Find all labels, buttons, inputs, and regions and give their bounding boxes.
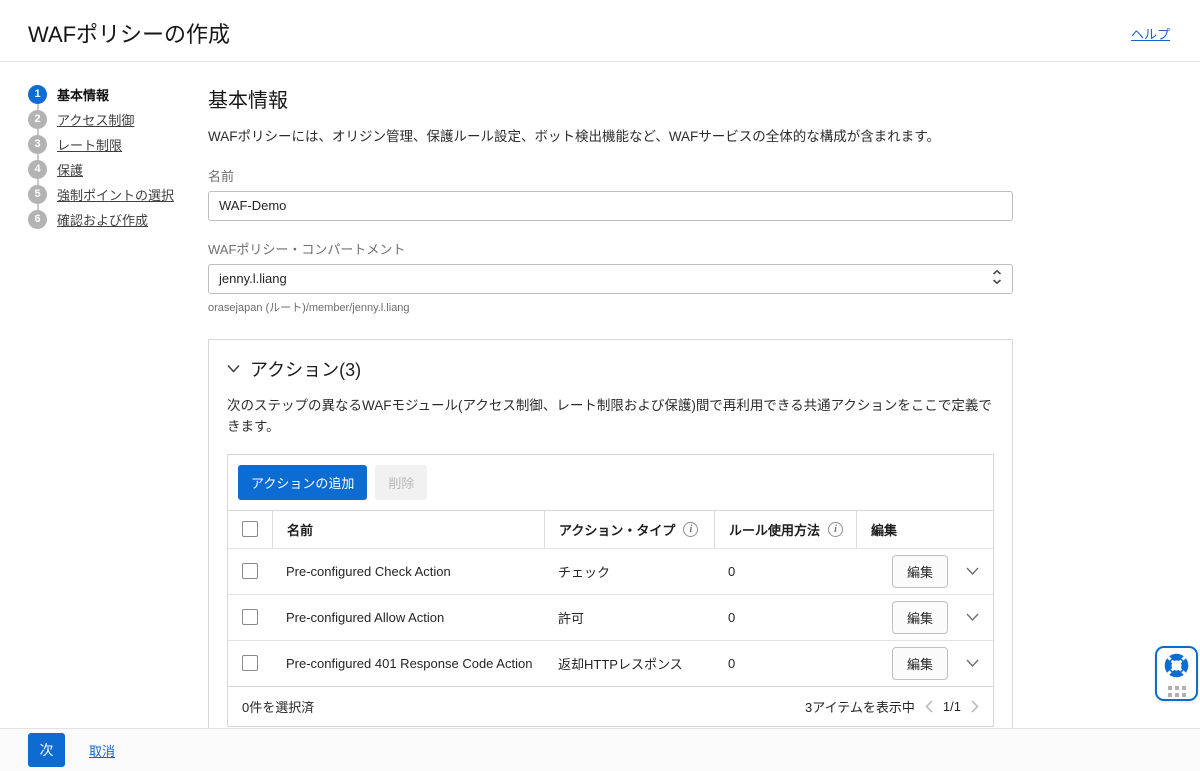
name-input[interactable] (208, 191, 1013, 221)
selected-count: 0件を選択済 (242, 697, 314, 716)
edit-button[interactable]: 編集 (892, 647, 948, 680)
actions-table: アクションの追加 削除 名前 アクション・タイプ i ルール使 (227, 454, 994, 727)
step-number-badge: 1 (28, 85, 47, 104)
row-name: Pre-configured Check Action (272, 564, 544, 579)
step-number-badge: 3 (28, 135, 47, 154)
step-label: レート制限 (57, 135, 122, 154)
header-rule-usage: ルール使用方法 i (714, 511, 856, 548)
cancel-link[interactable]: 取消 (89, 741, 115, 760)
compartment-selected-value: jenny.l.liang (219, 271, 287, 286)
row-expand-chevron-icon[interactable] (966, 613, 979, 621)
step-label: 確認および作成 (57, 210, 148, 229)
compartment-label: WAFポリシー・コンパートメント (208, 239, 1013, 258)
row-action-type: 返却HTTPレスポンス (544, 654, 714, 673)
chevron-down-icon (227, 361, 240, 376)
info-icon[interactable]: i (683, 522, 698, 537)
edit-button[interactable]: 編集 (892, 555, 948, 588)
actions-toolbar: アクションの追加 削除 (228, 455, 993, 510)
step-enforcement-point[interactable]: 5 強制ポイントの選択 (28, 184, 208, 204)
row-action-type: 許可 (544, 608, 714, 627)
delete-action-button: 削除 (375, 465, 427, 500)
compartment-select[interactable]: jenny.l.liang (208, 264, 1013, 294)
actions-section-toggle[interactable]: アクション(3) (227, 356, 994, 382)
row-rule-usage: 0 (714, 564, 856, 579)
wizard-layout: 1 基本情報 2 アクセス制御 3 レート制限 4 保護 5 強制ポイントの選択… (0, 62, 1200, 771)
header-action-type: アクション・タイプ i (544, 511, 714, 548)
row-checkbox[interactable] (242, 563, 258, 579)
row-expand-chevron-icon[interactable] (966, 659, 979, 667)
name-label: 名前 (208, 166, 1013, 185)
actions-card: アクション(3) 次のステップの異なるWAFモジュール(アクセス制御、レート制限… (208, 339, 1013, 748)
add-action-button[interactable]: アクションの追加 (238, 465, 367, 500)
help-link[interactable]: ヘルプ (1131, 24, 1170, 43)
actions-section-title: アクション(3) (250, 356, 361, 382)
step-number-badge: 4 (28, 160, 47, 179)
row-expand-chevron-icon[interactable] (966, 567, 979, 575)
edit-button[interactable]: 編集 (892, 601, 948, 634)
row-action-type: チェック (544, 562, 714, 581)
table-footer: 0件を選択済 3アイテムを表示中 1/1 (228, 686, 993, 726)
step-label: アクセス制御 (57, 110, 134, 129)
step-basic-info[interactable]: 1 基本情報 (28, 84, 208, 104)
row-rule-usage: 0 (714, 656, 856, 671)
step-protection[interactable]: 4 保護 (28, 159, 208, 179)
row-rule-usage: 0 (714, 610, 856, 625)
compartment-path-helper: orasejapan (ルート)/member/jenny.l.liang (208, 299, 1013, 315)
step-rate-limiting[interactable]: 3 レート制限 (28, 134, 208, 154)
page-indicator: 1/1 (943, 699, 961, 714)
header-edit: 編集 (856, 511, 993, 548)
prev-page-icon[interactable] (925, 700, 933, 713)
section-title: 基本情報 (208, 84, 1013, 113)
table-row: Pre-configured 401 Response Code Action … (228, 640, 993, 686)
next-button[interactable]: 次 (28, 733, 65, 767)
pagination: 3アイテムを表示中 1/1 (805, 697, 979, 716)
step-access-control[interactable]: 2 アクセス制御 (28, 109, 208, 129)
wizard-steps: 1 基本情報 2 アクセス制御 3 レート制限 4 保護 5 強制ポイントの選択… (0, 84, 208, 771)
step-label: 基本情報 (57, 85, 109, 104)
waf-policy-create-page: WAFポリシーの作成 ヘルプ 1 基本情報 2 アクセス制御 3 レート制限 4… (0, 0, 1200, 771)
table-header-row: 名前 アクション・タイプ i ルール使用方法 i 編集 (228, 510, 993, 548)
step-number-badge: 6 (28, 210, 47, 229)
main-content: 基本情報 WAFポリシーには、オリジン管理、保護ルール設定、ボット検出機能など、… (208, 84, 1013, 771)
next-page-icon[interactable] (971, 700, 979, 713)
page-header: WAFポリシーの作成 ヘルプ (0, 0, 1200, 62)
table-row: Pre-configured Check Action チェック 0 編集 (228, 548, 993, 594)
actions-section-description: 次のステップの異なるWAFモジュール(アクセス制御、レート制限および保護)間で再… (227, 396, 994, 438)
header-name: 名前 (272, 511, 544, 548)
page-title: WAFポリシーの作成 (28, 17, 1172, 49)
step-review-create[interactable]: 6 確認および作成 (28, 209, 208, 229)
header-select-all-cell (228, 511, 272, 548)
section-description: WAFポリシーには、オリジン管理、保護ルール設定、ボット検出機能など、WAFサー… (208, 127, 1013, 148)
items-showing: 3アイテムを表示中 (805, 697, 915, 716)
life-ring-icon (1163, 652, 1190, 682)
row-checkbox[interactable] (242, 609, 258, 625)
step-label: 強制ポイントの選択 (57, 185, 174, 204)
row-name: Pre-configured Allow Action (272, 610, 544, 625)
row-name: Pre-configured 401 Response Code Action (272, 656, 544, 671)
help-widget[interactable] (1155, 646, 1198, 701)
select-all-checkbox[interactable] (242, 521, 258, 537)
step-number-badge: 2 (28, 110, 47, 129)
info-icon[interactable]: i (828, 522, 843, 537)
wizard-action-bar: 次 取消 (0, 728, 1200, 771)
select-updown-icon (992, 269, 1002, 288)
table-row: Pre-configured Allow Action 許可 0 編集 (228, 594, 993, 640)
step-number-badge: 5 (28, 185, 47, 204)
drag-handle-dots-icon[interactable] (1168, 686, 1186, 697)
step-label: 保護 (57, 160, 83, 179)
row-checkbox[interactable] (242, 655, 258, 671)
